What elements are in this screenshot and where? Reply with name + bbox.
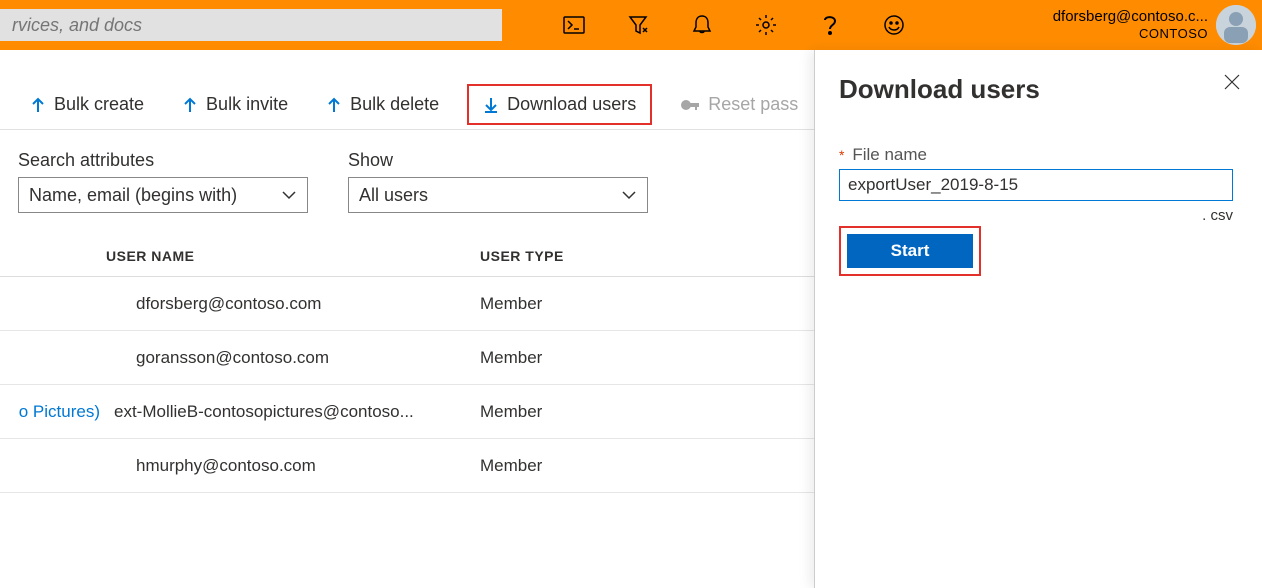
notifications-icon[interactable] xyxy=(670,0,734,50)
show-value: All users xyxy=(359,185,428,206)
close-panel-button[interactable] xyxy=(1220,70,1244,94)
chevron-down-icon xyxy=(621,190,637,200)
upload-icon xyxy=(326,96,342,114)
chevron-down-icon xyxy=(281,190,297,200)
help-icon[interactable] xyxy=(798,0,862,50)
row-user-type: Member xyxy=(480,402,780,422)
panel-title: Download users xyxy=(839,74,1238,105)
file-name-field: * File name . csv xyxy=(839,145,1238,224)
col-header-user-name[interactable]: USER NAME xyxy=(0,248,480,264)
bulk-invite-label: Bulk invite xyxy=(206,94,288,115)
reset-password-label: Reset pass xyxy=(708,94,798,115)
user-email: dforsberg@contoso.c... xyxy=(1053,9,1208,26)
feedback-smile-icon[interactable] xyxy=(862,0,926,50)
search-attributes-label: Search attributes xyxy=(18,150,308,171)
search-attributes-value: Name, email (begins with) xyxy=(29,185,237,206)
filter-icon[interactable] xyxy=(606,0,670,50)
download-users-label: Download users xyxy=(507,94,636,115)
topbar-icons xyxy=(542,0,926,50)
key-icon xyxy=(680,96,700,114)
top-bar: dforsberg@contoso.c... CONTOSO xyxy=(0,0,1262,50)
file-name-label: File name xyxy=(852,145,927,164)
bulk-delete-label: Bulk delete xyxy=(350,94,439,115)
download-users-panel: Download users * File name . csv Start xyxy=(814,50,1262,588)
user-org: CONTOSO xyxy=(1053,26,1208,41)
row-user-name: goransson@contoso.com xyxy=(106,348,480,368)
bulk-delete-button[interactable]: Bulk delete xyxy=(316,88,449,121)
cloud-shell-icon[interactable] xyxy=(542,0,606,50)
download-icon xyxy=(483,96,499,114)
col-header-user-type[interactable]: USER TYPE xyxy=(480,248,780,264)
row-display-name-fragment: o Pictures) xyxy=(0,402,106,422)
row-user-type: Member xyxy=(480,348,780,368)
reset-password-button: Reset pass xyxy=(670,88,808,121)
show-group: Show All users xyxy=(348,150,648,213)
user-account-block[interactable]: dforsberg@contoso.c... CONTOSO xyxy=(1053,0,1262,50)
search-attributes-group: Search attributes Name, email (begins wi… xyxy=(18,150,308,213)
file-name-input[interactable] xyxy=(839,169,1233,201)
search-attributes-select[interactable]: Name, email (begins with) xyxy=(18,177,308,213)
row-user-name: hmurphy@contoso.com xyxy=(106,456,480,476)
bulk-create-button[interactable]: Bulk create xyxy=(20,88,154,121)
required-star: * xyxy=(839,147,844,163)
workspace: Bulk create Bulk invite Bulk delete xyxy=(0,50,1262,588)
global-search-input[interactable] xyxy=(0,9,502,41)
row-user-name: dforsberg@contoso.com xyxy=(106,294,480,314)
bulk-invite-button[interactable]: Bulk invite xyxy=(172,88,298,121)
settings-gear-icon[interactable] xyxy=(734,0,798,50)
start-button-highlight: Start xyxy=(839,226,981,276)
start-button[interactable]: Start xyxy=(847,234,973,268)
row-user-type: Member xyxy=(480,456,780,476)
upload-icon xyxy=(182,96,198,114)
row-user-type: Member xyxy=(480,294,780,314)
avatar xyxy=(1216,5,1256,45)
bulk-create-label: Bulk create xyxy=(54,94,144,115)
show-label: Show xyxy=(348,150,648,171)
upload-icon xyxy=(30,96,46,114)
file-extension: . csv xyxy=(839,207,1233,224)
row-user-name: ext-MollieB-contosopictures@contoso... xyxy=(106,402,480,422)
download-users-button[interactable]: Download users xyxy=(467,84,652,125)
show-select[interactable]: All users xyxy=(348,177,648,213)
user-text: dforsberg@contoso.c... CONTOSO xyxy=(1053,9,1216,41)
